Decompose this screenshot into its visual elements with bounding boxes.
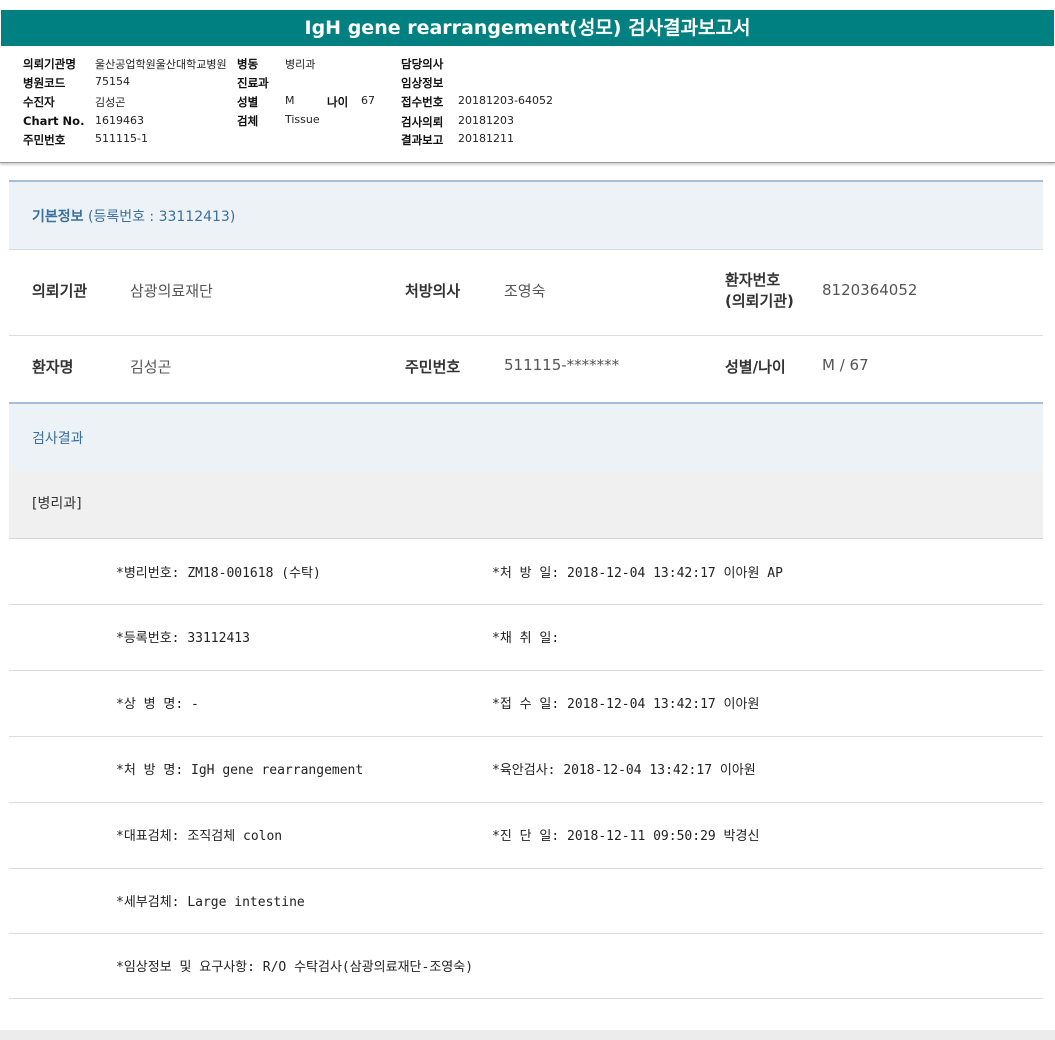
result-prescription-date: *처 방 일: 2018-12-04 13:42:17 이아원 AP <box>492 566 783 581</box>
label-patient-name: 환자명 <box>32 358 74 376</box>
page-footer-bar <box>0 1030 1055 1040</box>
result-representative-specimen: *대표검체: 조직검체 colon <box>116 829 283 844</box>
header-label-ward: 병동 <box>237 57 259 71</box>
department-label: [병리과] <box>32 496 82 512</box>
header-value-resident-no: 511115-1 <box>95 132 148 145</box>
header-label-receipt-no: 접수번호 <box>401 95 444 109</box>
header-label-resident-no: 주민번호 <box>23 133 66 147</box>
result-diagnosis-date: *진 단 일: 2018-12-11 09:50:29 박경신 <box>492 829 760 844</box>
report-panel: 기본정보 (등록번호 : 33112413) 의뢰기관 삼광의료재단 처방의사 … <box>9 180 1043 1000</box>
label-resident-number: 주민번호 <box>405 358 461 376</box>
basic-info-title: 기본정보 (등록번호 : 33112413) <box>32 206 235 226</box>
value-sex-age: M / 67 <box>822 356 869 374</box>
header-value-institution: 울산공업학원울산대학교병원 <box>95 58 227 71</box>
report-header: 의뢰기관명 울산공업학원울산대학교병원 병원코드 75154 수진자 김성곤 C… <box>0 46 1055 163</box>
value-requesting-institution: 삼광의료재단 <box>130 282 213 300</box>
result-prescription-name: *처 방 명: IgH gene rearrangement <box>116 763 364 778</box>
header-value-sex: M <box>285 94 295 107</box>
value-resident-number: 511115-******* <box>504 356 620 374</box>
header-label-specimen: 검체 <box>237 114 259 128</box>
row-divider <box>9 736 1043 737</box>
result-receipt-date: *접 수 일: 2018-12-04 13:42:17 이아원 <box>492 697 760 712</box>
header-label-request-date: 검사의뢰 <box>401 115 444 129</box>
header-value-chart-no: 1619463 <box>95 114 144 127</box>
department-subheader: [병리과] <box>9 471 1043 539</box>
header-label-age: 나이 <box>327 95 349 109</box>
result-diagnosis-name: *상 병 명: - <box>116 697 199 712</box>
result-clinical-info: *임상정보 및 요구사항: R/O 수탁검사(삼광의료재단-조영숙) <box>116 960 474 975</box>
header-label-hospital-code: 병원코드 <box>23 76 66 90</box>
header-label-clinical-info: 임상정보 <box>401 76 444 90</box>
header-value-ward: 병리과 <box>285 58 316 71</box>
row-divider <box>9 670 1043 671</box>
header-value-receipt-no: 20181203-64052 <box>458 94 553 107</box>
header-value-age: 67 <box>361 94 375 107</box>
row-divider <box>9 802 1043 803</box>
header-value-specimen: Tissue <box>285 113 320 126</box>
row-divider <box>9 604 1043 605</box>
results-section-header: 검사결과 <box>9 402 1043 473</box>
header-value-patient: 김성곤 <box>95 96 126 109</box>
result-pathology-number: *병리번호: ZM18-001618 (수탁) <box>116 566 321 581</box>
value-patient-name: 김성곤 <box>130 358 172 376</box>
value-patient-number: 8120364052 <box>822 281 918 299</box>
result-registration-number: *등록번호: 33112413 <box>116 631 250 646</box>
report-title: IgH gene rearrangement(성모) 검사결과보고서 <box>1 10 1054 46</box>
basic-info-title-main: 기본정보 <box>32 209 84 225</box>
label-sex-age: 성별/나이 <box>725 358 786 376</box>
label-requesting-institution: 의뢰기관 <box>32 282 88 300</box>
value-prescribing-doctor: 조영숙 <box>504 282 546 300</box>
basic-info-registration: (등록번호 : 33112413) <box>87 209 236 225</box>
row-divider <box>9 868 1043 869</box>
header-value-hospital-code: 75154 <box>95 75 130 88</box>
header-label-doctor: 담당의사 <box>401 57 444 71</box>
label-prescribing-doctor: 처방의사 <box>405 282 461 300</box>
row-divider <box>9 933 1043 934</box>
label-patient-number: 환자번호 <box>725 271 781 289</box>
result-collection-date: *채 취 일: <box>492 631 560 646</box>
row-divider <box>9 998 1043 999</box>
header-label-chart-no: Chart No. <box>23 114 85 128</box>
header-label-dept: 진료과 <box>237 76 269 90</box>
header-value-request-date: 20181203 <box>458 114 514 127</box>
header-value-report-date: 20181211 <box>458 132 514 145</box>
result-detailed-specimen: *세부검체: Large intestine <box>116 895 305 910</box>
header-label-report-date: 결과보고 <box>401 133 444 147</box>
results-title: 검사결과 <box>32 431 84 447</box>
basic-info-section-header: 기본정보 (등록번호 : 33112413) <box>9 180 1043 250</box>
header-label-patient: 수진자 <box>23 95 55 109</box>
row-divider <box>9 335 1043 336</box>
label-patient-number-sub: (의뢰기관) <box>725 292 794 310</box>
header-label-sex: 성별 <box>237 95 259 109</box>
header-label-institution: 의뢰기관명 <box>23 57 76 71</box>
result-gross-exam: *육안검사: 2018-12-04 13:42:17 이아원 <box>492 763 756 778</box>
